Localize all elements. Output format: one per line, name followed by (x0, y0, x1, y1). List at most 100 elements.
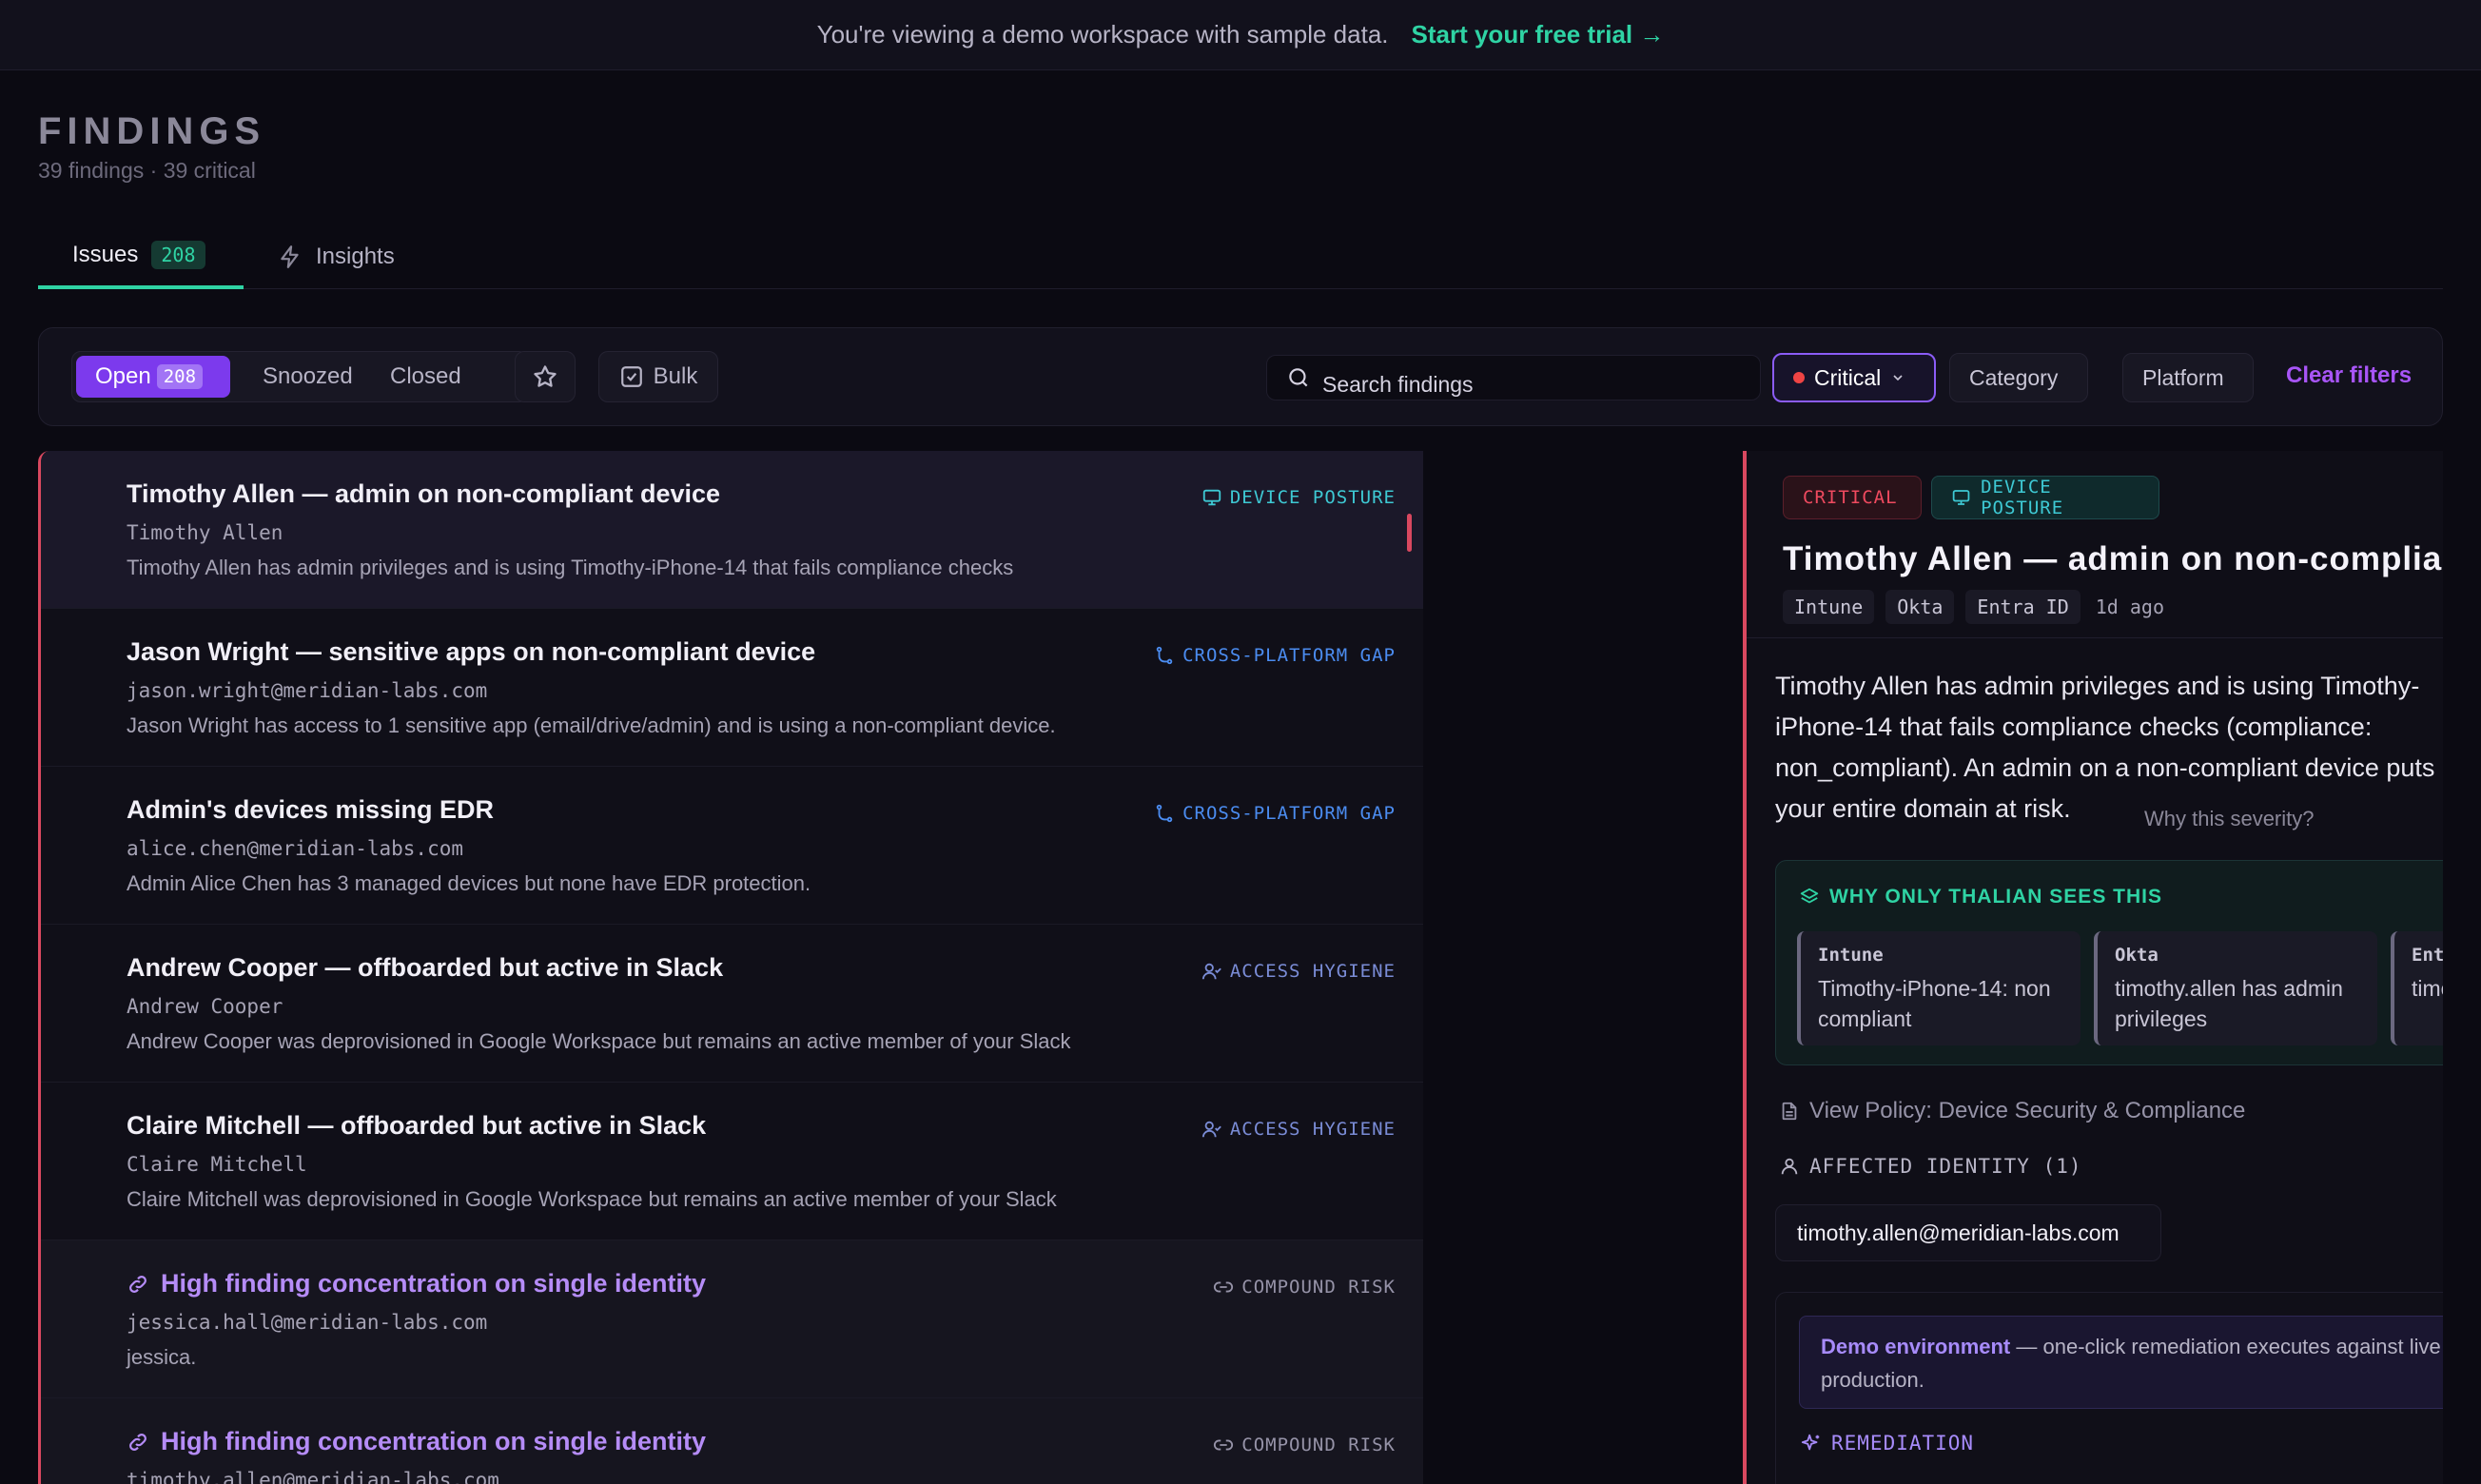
affected-identity-chip[interactable]: timothy.allen@meridian-labs.com (1775, 1204, 2161, 1261)
source-text: timothy.allen privileged (2412, 976, 2443, 1001)
source-card: Intune Timothy-iPhone-14: non compliant (1797, 931, 2081, 1045)
finding-title: Jason Wright — sensitive apps on non-com… (127, 637, 816, 666)
category-filter-dropdown[interactable]: Category (1949, 353, 2088, 402)
document-icon (1782, 1102, 1797, 1121)
finding-category: COMPOUND RISK (1213, 1435, 1396, 1455)
finding-title: High finding concentration on single ide… (127, 1427, 706, 1456)
affected-identity-heading: AFFECTED IDENTITY (1) (1779, 1155, 2082, 1178)
star-icon (534, 365, 557, 387)
selection-indicator (1407, 514, 1412, 552)
why-only-heading: WHY ONLY THALIAN SEES THIS (1799, 886, 2162, 908)
finding-description: Claire Mitchell was deprovisioned in Goo… (127, 1187, 1057, 1211)
finding-description: Andrew Cooper was deprovisioned in Googl… (127, 1029, 1071, 1053)
platform-tag: Okta (1885, 590, 1955, 624)
view-policy-link[interactable]: View Policy: Device Security & Complianc… (1779, 1098, 2245, 1124)
finding-category: DEVICE POSTURE (1201, 487, 1396, 508)
finding-subject: Claire Mitchell (127, 1153, 307, 1176)
finding-category: CROSS-PLATFORM GAP (1154, 803, 1396, 824)
finding-row[interactable]: Timothy Allen — admin on non-compliant d… (41, 451, 1423, 609)
monitor-icon (1202, 489, 1221, 506)
remediation-section: Demo environment — one-click remediation… (1775, 1292, 2443, 1484)
page-title: FINDINGS (38, 110, 266, 152)
finding-title: High finding concentration on single ide… (127, 1269, 706, 1298)
bulk-label: Bulk (653, 363, 698, 389)
clear-filters-link[interactable]: Clear filters (2286, 362, 2412, 389)
affected-identity-heading-text: AFFECTED IDENTITY (1) (1809, 1155, 2082, 1178)
finding-age: 1d ago (2095, 596, 2164, 618)
finding-row[interactable]: Jason Wright — sensitive apps on non-com… (41, 609, 1423, 767)
finding-category-label: DEVICE POSTURE (1229, 487, 1396, 508)
finding-row[interactable]: Andrew Cooper — offboarded but active in… (41, 925, 1423, 1083)
why-only-heading-text: WHY ONLY THALIAN SEES THIS (1829, 886, 2162, 908)
finding-category: CROSS-PLATFORM GAP (1154, 645, 1396, 666)
start-trial-link[interactable]: Start your free trial → (1412, 20, 1665, 49)
source-card: Okta timothy.allen has admin privileges (2094, 931, 2377, 1045)
source-name: Intune (1818, 945, 1884, 966)
platform-tags: Intune Okta Entra ID 1d ago (1783, 590, 2164, 624)
severity-badge: CRITICAL (1783, 476, 1922, 519)
page-subtitle: 39 findings · 39 critical (38, 158, 256, 183)
link-icon (1214, 1281, 1234, 1293)
finding-detail-panel: CRITICAL DEVICE POSTURE Timothy Allen — … (1743, 451, 2443, 1484)
finding-description: Admin Alice Chen has 3 managed devices b… (127, 871, 811, 895)
tab-insights[interactable]: Insights (278, 225, 395, 289)
finding-subject: timothy.allen@meridian-labs.com (127, 1469, 499, 1484)
platform-filter-dropdown[interactable]: Platform (2122, 353, 2254, 402)
demo-banner: You're viewing a demo workspace with sam… (0, 0, 2481, 70)
source-card: Entra ID timothy.allen privileged (2391, 931, 2443, 1045)
source-name: Okta (2115, 945, 2159, 966)
finding-title-text: High finding concentration on single ide… (161, 1427, 706, 1455)
demo-environment-note: Demo environment — one-click remediation… (1799, 1316, 2443, 1409)
finding-subject: jason.wright@meridian-labs.com (127, 679, 488, 702)
tab-issues-label: Issues (72, 242, 139, 267)
severity-filter-dropdown[interactable]: Critical (1772, 353, 1936, 402)
link-icon (1214, 1439, 1234, 1451)
finding-category-label: COMPOUND RISK (1241, 1277, 1396, 1298)
tab-issues[interactable]: Issues 208 (38, 225, 244, 289)
finding-category-label: ACCESS HYGIENE (1229, 1119, 1396, 1140)
search-box (1266, 355, 1761, 400)
tab-issues-count: 208 (151, 241, 205, 269)
finding-subject: jessica.hall@meridian-labs.com (127, 1311, 488, 1334)
source-name: Entra ID (2412, 945, 2443, 966)
finding-subject: alice.chen@meridian-labs.com (127, 837, 464, 860)
finding-row[interactable]: Claire Mitchell — offboarded but active … (41, 1083, 1423, 1240)
critical-dot-icon (1793, 372, 1805, 383)
finding-category: COMPOUND RISK (1213, 1277, 1396, 1298)
view-policy-label: View Policy: Device Security & Complianc… (1809, 1098, 2246, 1123)
finding-category-label: CROSS-PLATFORM GAP (1182, 803, 1396, 824)
finding-category-label: ACCESS HYGIENE (1229, 961, 1396, 982)
monitor-icon (1952, 490, 1970, 505)
platform-filter-label: Platform (2142, 364, 2224, 390)
branch-icon (1156, 646, 1173, 665)
layers-icon (1800, 888, 1819, 904)
link-icon (129, 1275, 147, 1293)
divider (1747, 637, 2443, 638)
user-check-icon (1201, 1121, 1221, 1138)
finding-category: ACCESS HYGIENE (1201, 961, 1396, 982)
branch-icon (1156, 804, 1173, 823)
detail-description: Timothy Allen has admin privileges and i… (1775, 672, 2435, 823)
search-input[interactable] (1322, 371, 1741, 398)
category-badge: DEVICE POSTURE (1931, 476, 2159, 519)
why-only-box: WHY ONLY THALIAN SEES THIS Intune Timoth… (1775, 860, 2443, 1065)
finding-category-label: CROSS-PLATFORM GAP (1182, 645, 1396, 666)
starred-filter-button[interactable] (515, 351, 576, 402)
status-segmented-control: Open 208 Snoozed Closed (71, 351, 528, 402)
finding-description: Timothy Allen has admin privileges and i… (127, 556, 1014, 579)
source-text: timothy.allen has admin privileges (2115, 976, 2343, 1031)
remediation-heading-text: REMEDIATION (1831, 1432, 1975, 1455)
bulk-button[interactable]: Bulk (598, 351, 718, 402)
finding-row[interactable]: High finding concentration on single ide… (41, 1398, 1423, 1484)
checkbox-icon (620, 366, 642, 387)
finding-row[interactable]: Admin's devices missing EDR alice.chen@m… (41, 767, 1423, 925)
finding-row[interactable]: High finding concentration on single ide… (41, 1240, 1423, 1398)
demo-environment-label: Demo environment (1821, 1335, 2011, 1358)
search-icon (1289, 368, 1308, 387)
status-closed-button[interactable]: Closed (371, 356, 480, 398)
tab-insights-label: Insights (316, 244, 395, 269)
status-snoozed-button[interactable]: Snoozed (244, 356, 372, 398)
why-severity-link[interactable]: Why this severity? (2144, 807, 2315, 831)
tab-bar: Issues 208 Insights (38, 225, 2443, 289)
status-open-button[interactable]: Open 208 (76, 356, 230, 398)
